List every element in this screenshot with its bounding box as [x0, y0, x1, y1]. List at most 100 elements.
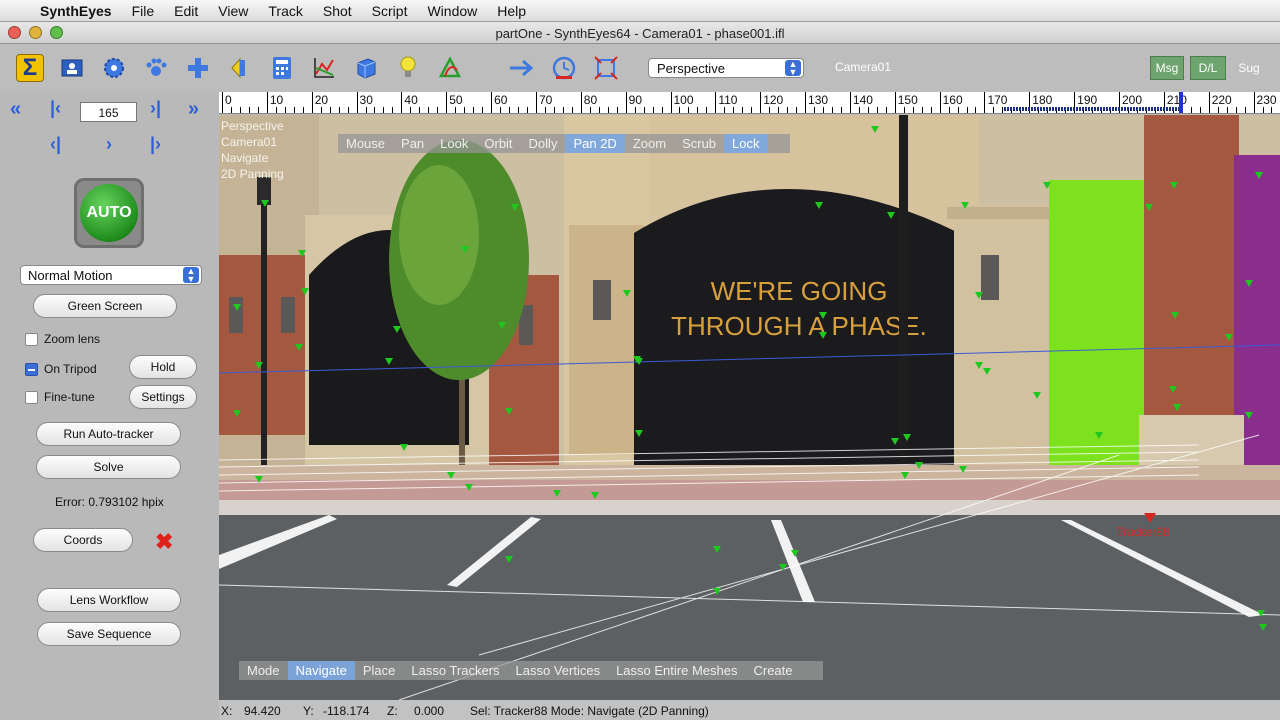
tracker-marker[interactable] — [553, 490, 561, 497]
tracker-marker[interactable] — [1170, 182, 1178, 189]
auto-button[interactable]: AUTO — [74, 178, 144, 248]
tracker-marker[interactable] — [400, 444, 408, 451]
tracker-marker[interactable] — [779, 564, 787, 571]
tracker-marker[interactable] — [1095, 432, 1103, 439]
tracker-marker[interactable] — [1245, 280, 1253, 287]
mode-look[interactable]: Look — [432, 134, 476, 153]
tracker-marker[interactable] — [1173, 404, 1181, 411]
rewind-icon[interactable]: « — [10, 98, 21, 121]
tracker-marker[interactable] — [623, 290, 631, 297]
tracker-marker[interactable] — [975, 292, 983, 299]
tracker-marker[interactable] — [791, 550, 799, 557]
green-screen-button[interactable]: Green Screen — [33, 294, 177, 318]
tracker-marker[interactable] — [891, 438, 899, 445]
tracker-marker[interactable] — [255, 362, 263, 369]
tracker-marker[interactable] — [233, 410, 241, 417]
timeline-bar[interactable]: 0 10 20 30 40 50 60 70 80 90 100 110 120 130 140 150 160… — [219, 92, 1280, 114]
tracker-marker[interactable] — [447, 472, 455, 479]
mode-place[interactable]: Place — [355, 661, 404, 680]
tracker-marker[interactable] — [1169, 386, 1177, 393]
3d-cube-icon[interactable] — [352, 54, 380, 82]
timeline-playhead[interactable] — [1179, 92, 1183, 113]
mode-lasso-trackers[interactable]: Lasso Trackers — [403, 661, 507, 680]
tracker-marker[interactable] — [301, 288, 309, 295]
run-auto-tracker-button[interactable]: Run Auto-tracker — [36, 422, 181, 446]
fast-forward-icon[interactable]: » — [188, 98, 199, 121]
tracker-marker[interactable] — [261, 200, 269, 207]
tracker-marker[interactable] — [255, 476, 263, 483]
tracker-marker[interactable] — [1171, 312, 1179, 319]
menu-view[interactable]: View — [218, 3, 248, 19]
feature-gear-icon[interactable] — [100, 54, 128, 82]
solver-calculator-icon[interactable] — [268, 54, 296, 82]
tracker-marker[interactable] — [819, 332, 827, 339]
mode-create[interactable]: Create — [745, 661, 800, 680]
fit-frame-icon[interactable] — [592, 54, 620, 82]
tracking-paw-icon[interactable] — [142, 54, 170, 82]
tracker-marker[interactable] — [815, 202, 823, 209]
perspective-viewport[interactable]: WE'RE GOING THROUGH A PHASE. Perspective… — [219, 115, 1280, 700]
tracker-marker[interactable] — [461, 246, 469, 253]
tracker-marker[interactable] — [915, 462, 923, 469]
tracker-marker[interactable] — [511, 204, 519, 211]
previous-key-icon[interactable]: ‹| — [50, 134, 61, 155]
suggestions-button[interactable]: Sug — [1232, 56, 1266, 80]
tracker-marker[interactable] — [635, 430, 643, 437]
mode-lasso-vertices[interactable]: Lasso Vertices — [508, 661, 609, 680]
mode-lock[interactable]: Lock — [724, 134, 768, 153]
menu-file[interactable]: File — [132, 3, 155, 19]
tracker-marker[interactable] — [975, 362, 983, 369]
timer-clock-icon[interactable] — [550, 54, 578, 82]
mode-mouse[interactable]: Mouse — [338, 134, 393, 153]
messages-button[interactable]: Msg — [1150, 56, 1184, 80]
delete-x-icon[interactable]: ✖ — [155, 531, 175, 553]
frame-number-field[interactable]: 165 — [80, 102, 137, 122]
coords-button[interactable]: Coords — [33, 528, 133, 552]
mode-zoom[interactable]: Zoom — [625, 134, 674, 153]
go-to-start-icon[interactable]: |‹ — [50, 98, 61, 119]
tracker-marker[interactable] — [233, 304, 241, 311]
mode-orbit[interactable]: Orbit — [476, 134, 520, 153]
tracker-marker[interactable] — [465, 484, 473, 491]
zoom-lens-checkbox-box[interactable] — [25, 332, 38, 346]
tracker-marker[interactable] — [1257, 610, 1265, 617]
tracker-marker[interactable] — [298, 250, 306, 257]
graph-editor-icon[interactable] — [310, 54, 338, 82]
tracker-marker[interactable] — [983, 368, 991, 375]
tracker-marker[interactable] — [505, 408, 513, 415]
save-sequence-button[interactable]: Save Sequence — [37, 622, 181, 646]
mode-navigate[interactable]: Navigate — [287, 661, 355, 680]
tracker-marker[interactable] — [961, 202, 969, 209]
tracker-marker[interactable] — [1033, 392, 1041, 399]
mode-pan[interactable]: Pan — [393, 134, 432, 153]
mode-scrub[interactable]: Scrub — [674, 134, 724, 153]
tracker-marker[interactable] — [959, 466, 967, 473]
tracker-marker[interactable] — [1245, 412, 1253, 419]
zoom-lens-checkbox[interactable]: Zoom lens — [25, 332, 100, 346]
menu-window[interactable]: Window — [427, 3, 477, 19]
menu-edit[interactable]: Edit — [174, 3, 198, 19]
fine-tune-checkbox[interactable]: Fine-tune — [25, 390, 95, 404]
tracker-marker[interactable] — [295, 344, 303, 351]
tracker-marker[interactable] — [385, 358, 393, 365]
tracker-marker[interactable] — [1145, 204, 1153, 211]
menu-help[interactable]: Help — [497, 3, 526, 19]
mode-dolly[interactable]: Dolly — [521, 134, 566, 153]
lens-workflow-button[interactable]: Lens Workflow — [37, 588, 181, 612]
tracker-marker[interactable] — [819, 312, 827, 319]
tracker-marker[interactable] — [1255, 172, 1263, 179]
tracker-marker[interactable] — [393, 326, 401, 333]
tracker-marker[interactable] — [713, 546, 721, 553]
tracker-marker[interactable] — [1259, 624, 1267, 631]
next-key-icon[interactable]: |› — [150, 134, 161, 155]
on-tripod-checkbox[interactable]: On Tripod — [25, 362, 97, 376]
tracker-marker[interactable] — [591, 492, 599, 499]
tracker-marker[interactable] — [1043, 182, 1051, 189]
hold-button[interactable]: Hold — [129, 355, 197, 379]
on-tripod-checkbox-box[interactable] — [25, 362, 38, 376]
forward-arrow-icon[interactable] — [508, 54, 536, 82]
dl-button[interactable]: D/L — [1190, 56, 1226, 80]
tracker-marker[interactable] — [887, 212, 895, 219]
settings-button[interactable]: Settings — [129, 385, 197, 409]
go-to-end-icon[interactable]: ›| — [150, 98, 161, 119]
